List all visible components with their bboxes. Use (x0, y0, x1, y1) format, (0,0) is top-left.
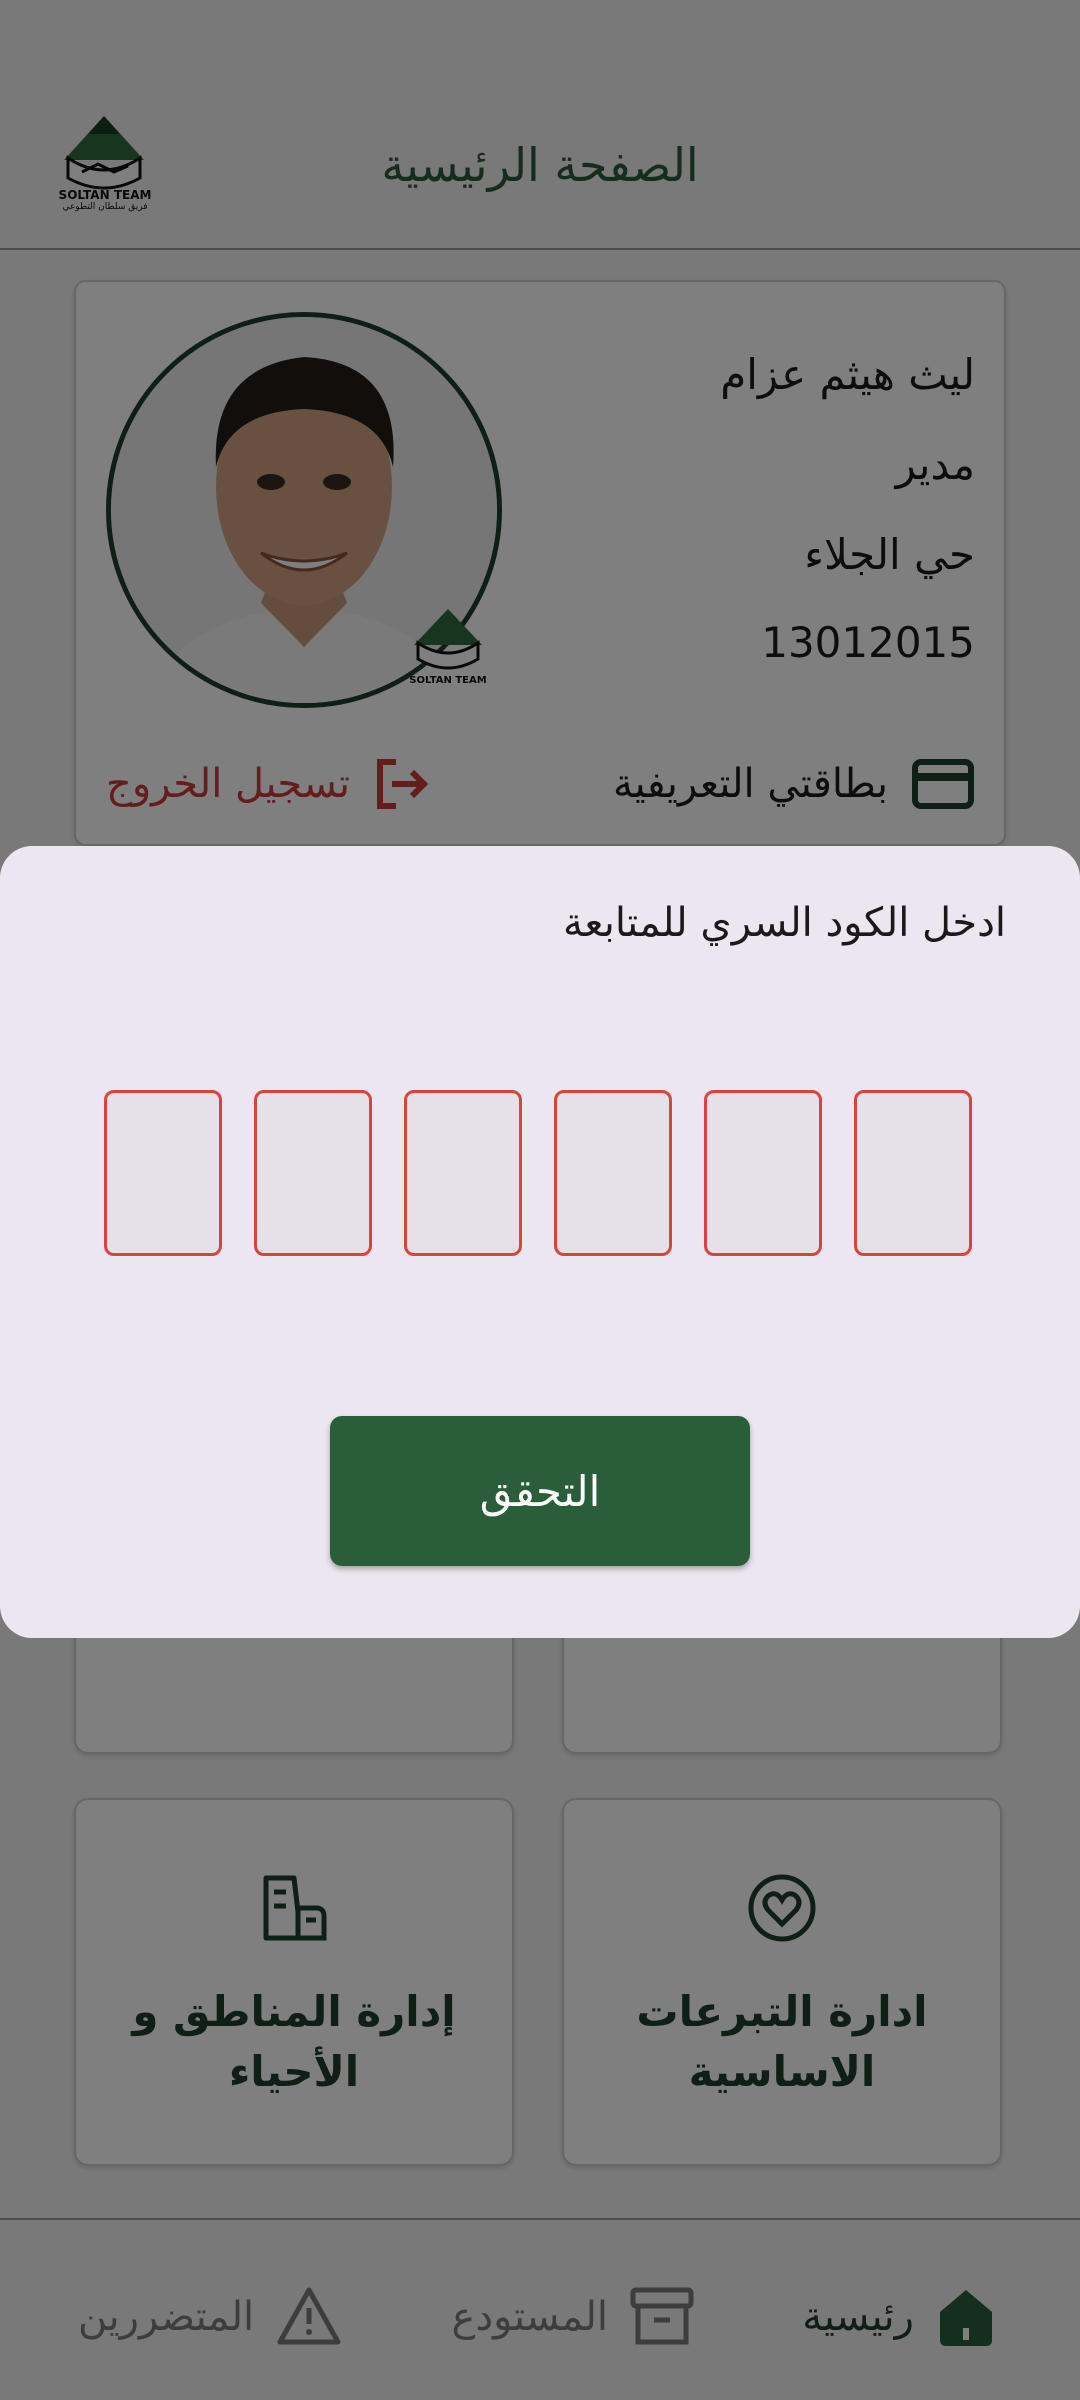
otp-digit-1[interactable] (854, 1090, 972, 1256)
otp-digit-3[interactable] (554, 1090, 672, 1256)
otp-digit-5[interactable] (254, 1090, 372, 1256)
dialog-title: ادخل الكود السري للمتابعة (562, 900, 1006, 946)
verify-button[interactable]: التحقق (330, 1416, 750, 1566)
otp-digit-4[interactable] (404, 1090, 522, 1256)
otp-digit-6[interactable] (104, 1090, 222, 1256)
otp-digit-2[interactable] (704, 1090, 822, 1256)
